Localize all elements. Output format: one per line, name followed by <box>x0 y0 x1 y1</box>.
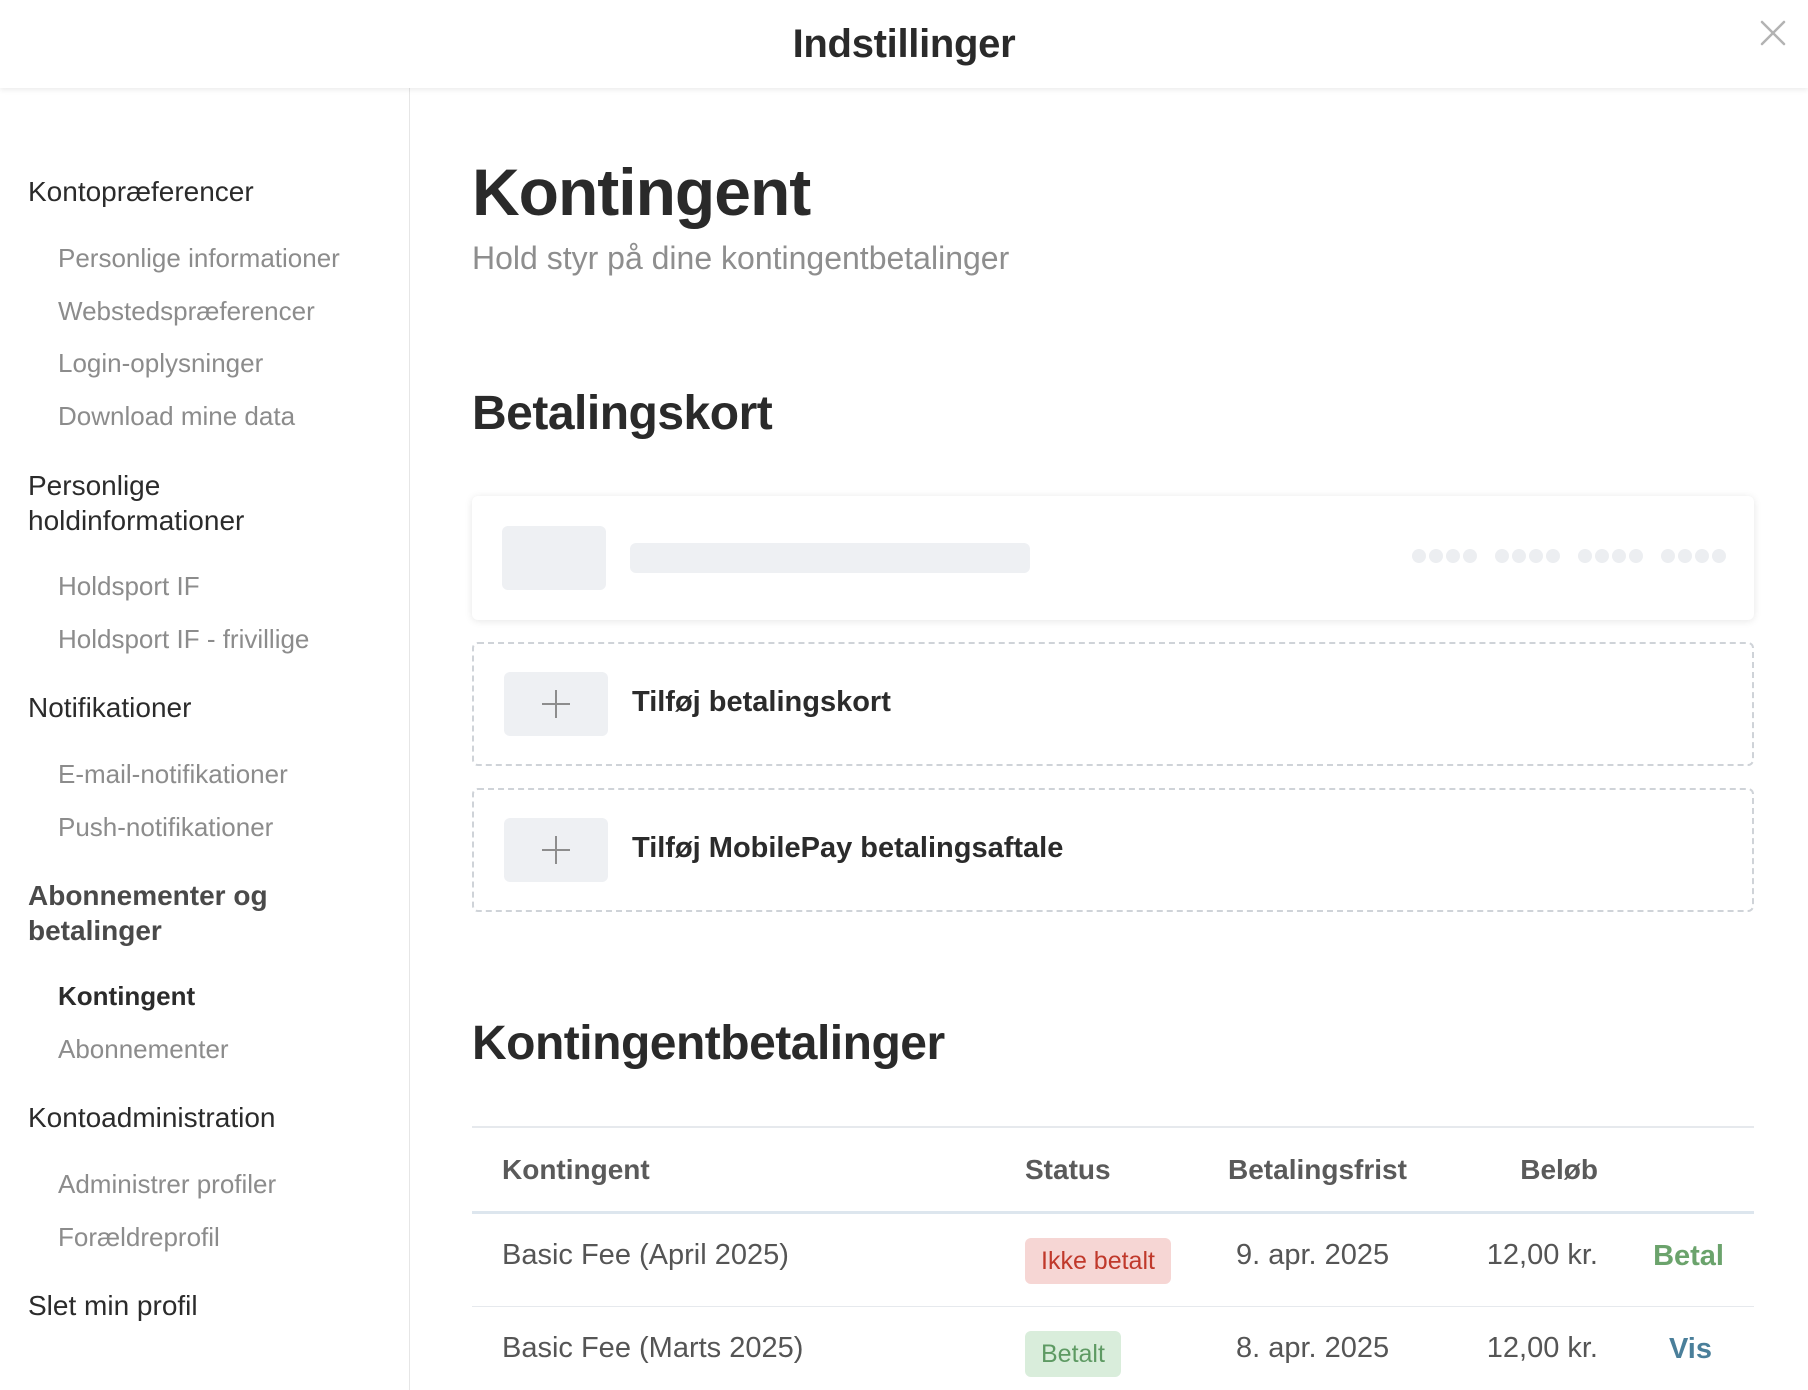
status-badge: Betalt <box>1025 1331 1121 1377</box>
sidebar-group-holdinformationer[interactable]: Personlige holdinformationer <box>28 468 288 538</box>
sidebar-item-administrer-profiler[interactable]: Administrer profiler <box>58 1168 276 1200</box>
fee-name: Basic Fee (April 2025) <box>502 1239 789 1271</box>
table-row: Basic Fee (Marts 2025) Betalt 8. apr. 20… <box>472 1307 1754 1390</box>
add-card-thumb <box>504 672 608 736</box>
sidebar-group-abonnementer-betalinger[interactable]: Abonnementer og betalinger <box>28 878 288 948</box>
column-header-betalingsfrist[interactable]: Betalingsfrist <box>1228 1154 1407 1186</box>
sidebar-group-kontoadministration[interactable]: Kontoadministration <box>28 1100 388 1135</box>
column-header-kontingent[interactable]: Kontingent <box>502 1154 650 1186</box>
sidebar-item-kontingent[interactable]: Kontingent <box>58 980 195 1012</box>
page-subtitle: Hold styr på dine kontingentbetalinger <box>472 240 1010 276</box>
settings-sidebar: Kontopræferencer Personlige informatione… <box>0 88 410 1390</box>
sidebar-group-notifikationer[interactable]: Notifikationer <box>28 690 388 725</box>
due-date: 9. apr. 2025 <box>1236 1239 1390 1271</box>
plus-icon <box>542 836 570 864</box>
payments-title: Kontingentbetalinger <box>472 1017 945 1070</box>
plus-icon <box>542 690 570 718</box>
card-logo-placeholder <box>502 526 606 590</box>
add-card-button[interactable]: Tilføj betalingskort <box>472 642 1754 766</box>
table-header: Kontingent Status Betalingsfrist Beløb <box>472 1126 1754 1214</box>
amount: 12,00 kr. <box>1486 1239 1598 1271</box>
sidebar-item-holdsport-if[interactable]: Holdsport IF <box>58 570 200 602</box>
sidebar-group-kontopraeferencer[interactable]: Kontopræferencer <box>28 174 388 209</box>
add-mobilepay-label: Tilføj MobilePay betalingsaftale <box>632 832 1064 864</box>
sidebar-item-download-data[interactable]: Download mine data <box>58 400 295 432</box>
sidebar-item-push-notifikationer[interactable]: Push-notifikationer <box>58 811 273 843</box>
column-header-beloeb[interactable]: Beløb <box>1520 1154 1598 1186</box>
sidebar-item-personlige-informationer[interactable]: Personlige informationer <box>58 242 340 274</box>
sidebar-item-email-notifikationer[interactable]: E-mail-notifikationer <box>58 758 288 790</box>
sidebar-item-holdsport-if-frivillige[interactable]: Holdsport IF - frivillige <box>58 623 309 655</box>
column-header-status[interactable]: Status <box>1025 1154 1111 1186</box>
amount: 12,00 kr. <box>1486 1332 1598 1364</box>
sidebar-item-webstedspraeferencer[interactable]: Webstedspræferencer <box>58 295 315 327</box>
add-mobilepay-button[interactable]: Tilføj MobilePay betalingsaftale <box>472 788 1754 912</box>
pay-button[interactable]: Betal <box>1653 1240 1724 1273</box>
page-title: Kontingent <box>472 155 811 229</box>
card-number-placeholder <box>1412 549 1726 563</box>
close-button[interactable] <box>1752 12 1794 54</box>
status-badge: Ikke betalt <box>1025 1238 1171 1284</box>
payment-cards-title: Betalingskort <box>472 387 773 440</box>
page-header-title: Indstillinger <box>792 21 1016 66</box>
sidebar-item-foraeldreprofil[interactable]: Forældreprofil <box>58 1221 220 1253</box>
sidebar-item-slet-profil[interactable]: Slet min profil <box>28 1288 388 1323</box>
table-row: Basic Fee (April 2025) Ikke betalt 9. ap… <box>472 1214 1754 1307</box>
due-date: 8. apr. 2025 <box>1236 1332 1390 1364</box>
settings-header: Indstillinger <box>0 0 1808 88</box>
add-mobilepay-thumb <box>504 818 608 882</box>
saved-card-placeholder <box>472 496 1754 620</box>
card-name-placeholder <box>630 543 1030 573</box>
sidebar-item-login-oplysninger[interactable]: Login-oplysninger <box>58 347 263 379</box>
add-card-label: Tilføj betalingskort <box>632 686 891 718</box>
view-button[interactable]: Vis <box>1669 1333 1712 1366</box>
close-icon <box>1760 20 1786 46</box>
sidebar-item-abonnementer[interactable]: Abonnementer <box>58 1033 229 1065</box>
fee-name: Basic Fee (Marts 2025) <box>502 1332 804 1364</box>
